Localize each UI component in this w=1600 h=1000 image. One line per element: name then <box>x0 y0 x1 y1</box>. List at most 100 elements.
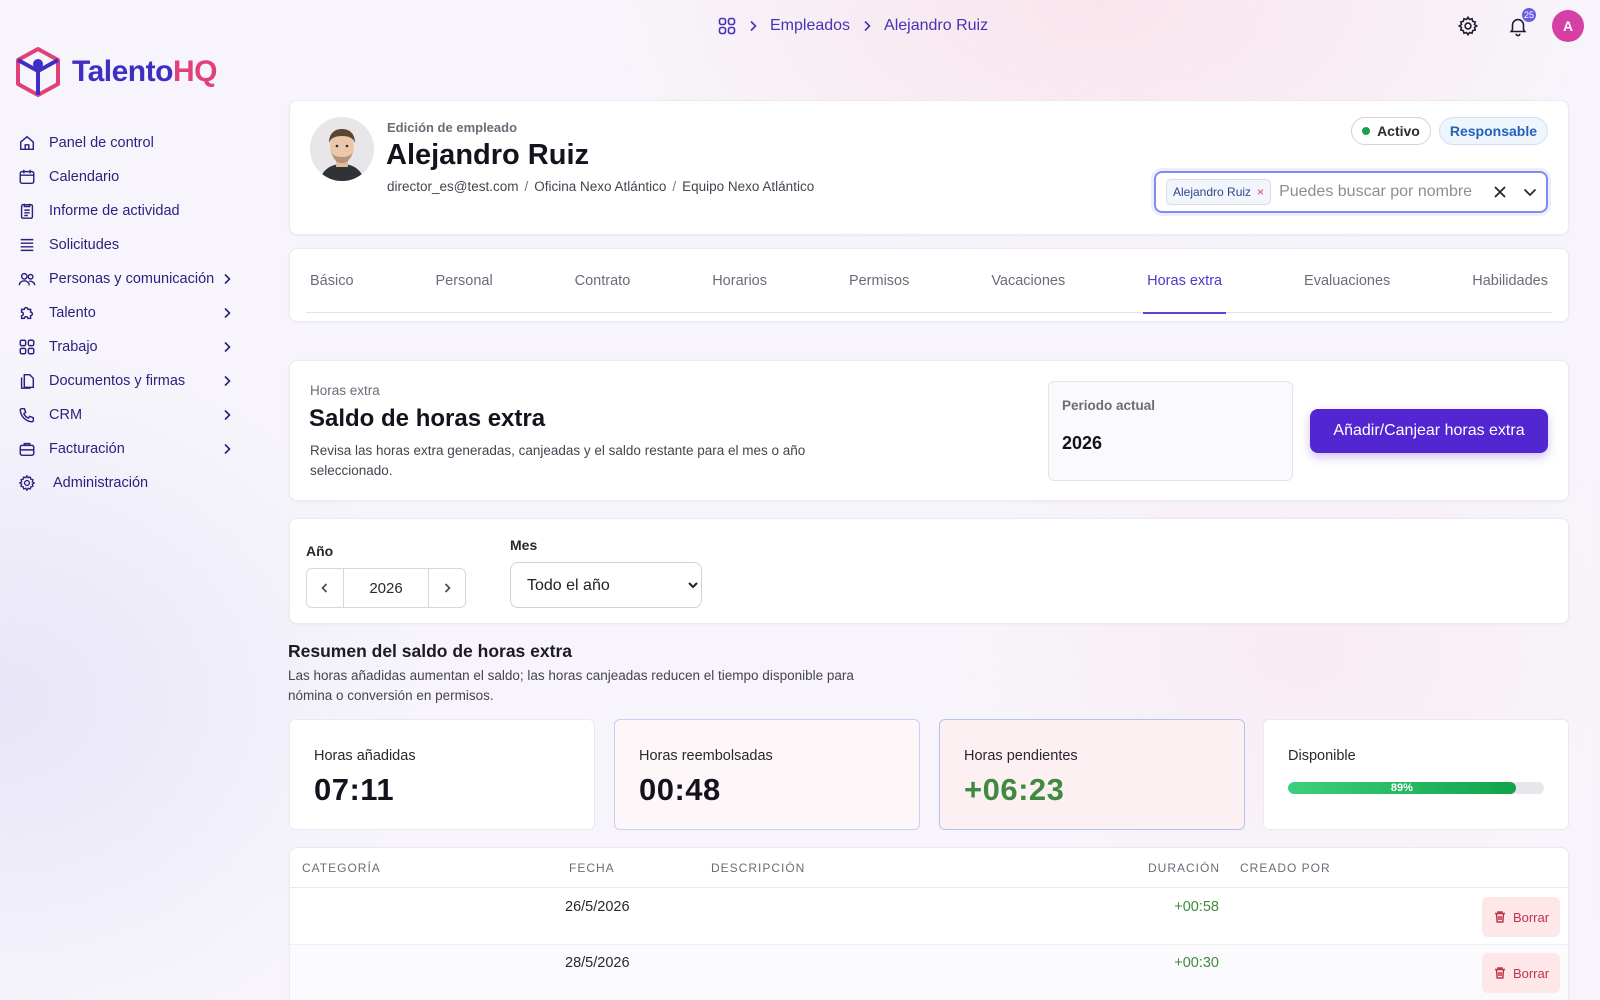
stat-label: Disponible <box>1288 748 1356 764</box>
tab-vacations[interactable]: Vacaciones <box>987 249 1069 313</box>
chevron-right-icon <box>224 273 231 285</box>
sidebar-item-requests[interactable]: Solicitudes <box>16 228 240 262</box>
chevron-right-icon <box>862 20 872 32</box>
stat-card-added: Horas añadidas 07:11 <box>289 719 595 830</box>
delete-row-button[interactable]: Borrar <box>1482 897 1560 937</box>
remove-chip-icon[interactable]: × <box>1257 185 1264 199</box>
sidebar-item-calendar[interactable]: Calendario <box>16 160 240 194</box>
section-description: Revisa las horas extra generadas, canjea… <box>310 443 806 478</box>
sidebar-item-talent[interactable]: Talento <box>16 296 240 330</box>
column-header-duration[interactable]: Duración <box>1148 861 1220 875</box>
cell-date: 28/5/2026 <box>565 955 630 971</box>
employee-badges: Activo Responsable <box>1351 117 1548 145</box>
overtime-table: Categoría Fecha Descripción Duración Cre… <box>289 847 1569 1000</box>
calendar-icon <box>19 169 35 185</box>
status-badge: Activo <box>1351 117 1431 145</box>
sidebar-item-dashboard[interactable]: Panel de control <box>16 126 240 160</box>
cube-logo-icon <box>16 47 60 97</box>
cell-date: 26/5/2026 <box>565 899 630 915</box>
chevron-right-icon <box>224 409 231 421</box>
user-avatar[interactable]: A <box>1552 10 1584 42</box>
column-header-date[interactable]: Fecha <box>569 861 615 875</box>
tab-permissions[interactable]: Permisos <box>845 249 913 313</box>
tab-basic[interactable]: Básico <box>306 249 358 313</box>
sidebar-item-activity-report[interactable]: Informe de actividad <box>16 194 240 228</box>
chevron-down-icon[interactable] <box>1522 184 1538 200</box>
table-header: Categoría Fecha Descripción Duración Cre… <box>290 848 1568 888</box>
chevron-right-icon <box>224 375 231 387</box>
logo-wordmark: TalentoHQ <box>72 55 217 88</box>
employee-name: Alejandro Ruiz <box>386 139 590 171</box>
year-label: Año <box>306 543 334 559</box>
stat-value: 07:11 <box>314 772 395 807</box>
chevron-left-icon <box>321 583 328 593</box>
people-icon <box>18 272 36 286</box>
cell-duration: +00:58 <box>1174 899 1219 915</box>
chevron-right-icon <box>224 307 231 319</box>
table-row: 26/5/2026 +00:58 Borrar <box>290 889 1568 945</box>
sidebar-item-work[interactable]: Trabajo <box>16 330 240 364</box>
sidebar-item-people-communication[interactable]: Personas y comunicación <box>16 262 240 296</box>
tab-personal[interactable]: Personal <box>431 249 496 313</box>
gear-icon <box>1457 15 1479 37</box>
employee-office: Oficina Nexo Atlántico <box>534 179 667 194</box>
employee-selector[interactable]: Alejandro Ruiz × <box>1154 171 1548 213</box>
sidebar-item-documents-signatures[interactable]: Documentos y firmas <box>16 364 240 398</box>
tab-skills[interactable]: Habilidades <box>1468 249 1552 313</box>
sidebar-item-administration[interactable]: Administración <box>16 466 240 500</box>
stat-value: 00:48 <box>639 772 721 807</box>
trash-icon <box>1494 967 1505 979</box>
year-value[interactable]: 2026 <box>343 569 429 607</box>
stat-card-refunded: Horas reembolsadas 00:48 <box>614 719 920 830</box>
period-label: Periodo actual <box>1062 398 1156 413</box>
clear-selection-icon[interactable] <box>1492 184 1508 200</box>
tab-schedules[interactable]: Horarios <box>708 249 771 313</box>
stat-label: Horas pendientes <box>964 748 1078 764</box>
next-year-button[interactable] <box>429 569 465 607</box>
column-header-created-by[interactable]: Creado por <box>1240 861 1331 875</box>
phone-icon <box>19 407 35 423</box>
employee-tabs: Básico Personal Contrato Horarios Permis… <box>306 249 1552 314</box>
column-header-category[interactable]: Categoría <box>302 861 381 875</box>
section-title: Saldo de horas extra <box>309 405 546 432</box>
selected-employee-chip[interactable]: Alejandro Ruiz × <box>1166 179 1272 205</box>
delete-row-button[interactable]: Borrar <box>1482 953 1560 993</box>
table-row: 28/5/2026 +00:30 Borrar <box>290 945 1568 1000</box>
breadcrumb-item-employees[interactable]: Empleados <box>770 17 850 35</box>
stat-label: Horas añadidas <box>314 748 416 764</box>
overtime-balance-card: Horas extra Saldo de horas extra Revisa … <box>289 360 1569 501</box>
tab-evaluations[interactable]: Evaluaciones <box>1300 249 1394 313</box>
employee-header-card: Edición de empleado Alejandro Ruiz direc… <box>289 100 1569 235</box>
employee-tabs-card: Básico Personal Contrato Horarios Permis… <box>289 248 1569 322</box>
sidebar-nav: Panel de control Calendario Informe de a… <box>16 126 240 500</box>
add-redeem-overtime-button[interactable]: Añadir/Canjear horas extra <box>1310 409 1548 453</box>
top-actions: 25 A <box>1452 8 1584 42</box>
chevron-right-icon <box>224 341 231 353</box>
sidebar-item-billing[interactable]: Facturación <box>16 432 240 466</box>
stat-value: +06:23 <box>964 772 1065 807</box>
status-dot-icon <box>1362 127 1371 135</box>
employee-edit-caption: Edición de empleado <box>387 120 518 135</box>
report-icon <box>20 203 34 219</box>
apps-grid-icon[interactable] <box>718 17 736 35</box>
previous-year-button[interactable] <box>307 569 343 607</box>
month-select[interactable]: Todo el año <box>510 562 702 608</box>
tab-overtime[interactable]: Horas extra <box>1143 249 1227 314</box>
breadcrumb-item-current: Alejandro Ruiz <box>884 17 989 34</box>
employee-team: Equipo Nexo Atlántico <box>682 179 815 194</box>
stat-card-available: Disponible 89% <box>1263 719 1569 830</box>
cell-duration: +00:30 <box>1174 955 1219 971</box>
section-eyebrow: Horas extra <box>310 383 380 398</box>
column-header-description[interactable]: Descripción <box>711 861 805 875</box>
chevron-right-icon <box>748 20 758 32</box>
summary-title: Resumen del saldo de horas extra <box>288 641 572 661</box>
app-logo[interactable]: TalentoHQ <box>14 46 217 98</box>
notifications-button[interactable]: 25 <box>1502 8 1536 42</box>
settings-button[interactable] <box>1452 10 1484 42</box>
tab-contract[interactable]: Contrato <box>571 249 635 313</box>
available-progress-bar: 89% <box>1288 782 1544 794</box>
employee-search-input[interactable] <box>1279 183 1492 201</box>
sidebar-item-crm[interactable]: CRM <box>16 398 240 432</box>
notification-count-badge: 25 <box>1521 8 1536 22</box>
period-value: 2026 <box>1062 433 1103 453</box>
